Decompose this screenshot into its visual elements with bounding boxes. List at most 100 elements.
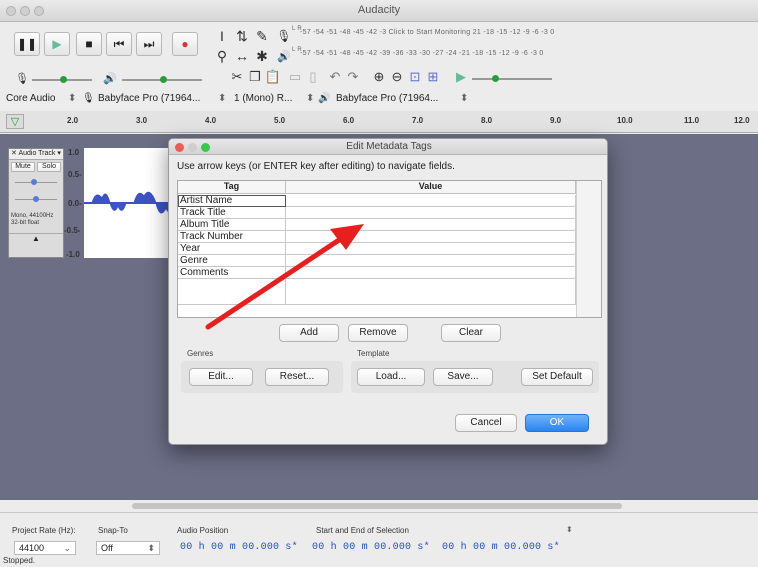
selection-label: Start and End of Selection	[316, 526, 409, 535]
edit-metadata-dialog[interactable]: Edit Metadata Tags Use arrow keys (or EN…	[168, 138, 608, 445]
input-device-select[interactable]: Babyface Pro (71964...	[98, 93, 200, 107]
recording-meter[interactable]: -57 -54 -51 -48 -45 -42 -3 Click to Star…	[300, 29, 555, 41]
tag-cell[interactable]: Artist Name	[178, 195, 286, 207]
zoom-out-icon[interactable]: ⊖	[388, 68, 406, 86]
value-cell[interactable]	[286, 195, 576, 207]
table-row[interactable]: Year	[178, 243, 576, 255]
value-cell[interactable]	[286, 219, 576, 231]
track-info: Mono, 44100Hz 32-bit float	[11, 213, 54, 226]
template-label: Template	[357, 349, 390, 358]
table-scrollbar[interactable]	[576, 181, 601, 317]
value-cell[interactable]	[286, 255, 576, 267]
selection-tool-icon[interactable]: I	[212, 26, 232, 46]
tag-cell[interactable]: Comments	[178, 267, 286, 279]
table-row[interactable]: Comments	[178, 267, 576, 279]
scrollbar-thumb[interactable]	[132, 503, 622, 509]
paste-icon[interactable]: 📋	[264, 68, 282, 86]
solo-button[interactable]: Solo	[37, 162, 61, 172]
tag-cell[interactable]: Genre	[178, 255, 286, 267]
channels-select[interactable]: 1 (Mono) R...	[234, 93, 292, 107]
set-default-button[interactable]: Set Default	[521, 368, 593, 386]
fit-project-icon[interactable]: ⊞	[424, 68, 442, 86]
value-cell[interactable]	[286, 207, 576, 219]
tag-cell[interactable]: Track Number	[178, 231, 286, 243]
output-chevron-icon: ⬍	[460, 93, 469, 104]
fit-selection-icon[interactable]: ⊡	[406, 68, 424, 86]
selection-end-time[interactable]: 00 h 00 m 00.000 s*	[442, 542, 560, 553]
metadata-table[interactable]: Tag Value Artist Name Track Title Album …	[177, 180, 602, 318]
cut-icon[interactable]: ✂	[228, 68, 246, 86]
draw-tool-icon[interactable]: ✎	[252, 26, 272, 46]
amplitude-label: 1.0	[68, 148, 80, 157]
trim-icon[interactable]: ▭	[286, 68, 304, 86]
speaker-icon[interactable]: 🔊	[274, 46, 294, 66]
reset-genres-button[interactable]: Reset...	[265, 368, 329, 386]
silence-icon[interactable]: ▯	[304, 68, 322, 86]
redo-icon[interactable]: ↷	[344, 68, 362, 86]
tag-cell[interactable]: Album Title	[178, 219, 286, 231]
ok-button[interactable]: OK	[525, 414, 589, 432]
table-row[interactable]: Genre	[178, 255, 576, 267]
clear-button[interactable]: Clear	[441, 324, 501, 342]
edit-genres-button[interactable]: Edit...	[189, 368, 253, 386]
cancel-button[interactable]: Cancel	[455, 414, 517, 432]
horizontal-scrollbar[interactable]	[0, 500, 758, 512]
track-close-icon[interactable]: ✕	[11, 150, 17, 157]
audio-host-select[interactable]: Core Audio	[6, 93, 55, 107]
microphone-icon[interactable]: 🎙	[274, 26, 294, 46]
snap-to-select[interactable]: Off ⬍	[96, 541, 160, 555]
table-row[interactable]: Album Title	[178, 219, 576, 231]
timeline-options-icon[interactable]: ▽	[6, 114, 24, 129]
play-button[interactable]: ▶	[44, 32, 70, 56]
selection-start-time[interactable]: 00 h 00 m 00.000 s*	[312, 542, 430, 553]
track-control-panel[interactable]: ✕ Audio Track ▾ Mute Solo Mono, 44100Hz …	[8, 148, 64, 258]
snap-to-label: Snap-To	[98, 526, 128, 535]
mic-volume-icon: 🎙	[15, 72, 29, 85]
track-gain-slider[interactable]	[15, 179, 57, 185]
table-row[interactable]	[178, 279, 576, 305]
table-row[interactable]: Track Title	[178, 207, 576, 219]
remove-button[interactable]: Remove	[348, 324, 408, 342]
tag-cell[interactable]: Track Title	[178, 207, 286, 219]
audio-position-time[interactable]: 00 h 00 m 00.000 s*	[180, 542, 298, 553]
playback-meter[interactable]: -57 -54 -51 -48 -45 -42 -39 -36 -33 -30 …	[300, 50, 544, 62]
collapse-track-icon[interactable]: ▲	[9, 233, 63, 243]
output-device-select[interactable]: Babyface Pro (71964...	[336, 93, 438, 107]
skip-end-button[interactable]: ⏭	[136, 32, 162, 56]
envelope-tool-icon[interactable]: ⇅	[232, 26, 252, 46]
waveform-display[interactable]	[84, 148, 178, 258]
input-mic-icon: 🎙	[82, 93, 95, 104]
selection-mode-chevron-icon[interactable]: ⬍	[566, 525, 573, 534]
table-row[interactable]: Artist Name	[178, 195, 576, 207]
track-pan-slider[interactable]	[15, 196, 57, 202]
table-row[interactable]: Track Number	[178, 231, 576, 243]
value-cell[interactable]	[286, 243, 576, 255]
zoom-tool-icon[interactable]: ⚲	[212, 46, 232, 66]
timeline-ruler[interactable]: ▽ 2.0 3.0 4.0 5.0 6.0 7.0 8.0 9.0 10.0 1…	[0, 111, 758, 133]
save-template-button[interactable]: Save...	[433, 368, 493, 386]
skip-start-icon: ⏮	[113, 36, 125, 51]
zoom-in-icon[interactable]: ⊕	[370, 68, 388, 86]
record-button[interactable]: ●	[172, 32, 198, 56]
tag-cell[interactable]	[178, 279, 286, 305]
value-cell[interactable]	[286, 267, 576, 279]
copy-icon[interactable]: ❐	[246, 68, 264, 86]
undo-icon[interactable]: ↶	[326, 68, 344, 86]
pause-button[interactable]: ❚❚	[14, 32, 40, 56]
load-template-button[interactable]: Load...	[357, 368, 425, 386]
value-cell[interactable]	[286, 279, 576, 305]
play-at-speed-icon[interactable]: ▶	[452, 68, 470, 86]
project-rate-select[interactable]: 44100 ⌄	[14, 541, 76, 555]
stop-button[interactable]: ■	[76, 32, 102, 56]
track-name-menu[interactable]: Audio Track	[18, 150, 55, 157]
multi-tool-icon[interactable]: ✱	[252, 46, 272, 66]
timeshift-tool-icon[interactable]: ↔	[232, 46, 252, 66]
play-at-speed-slider[interactable]	[472, 75, 552, 82]
mute-button[interactable]: Mute	[11, 162, 35, 172]
recording-volume-slider[interactable]	[32, 76, 92, 83]
value-cell[interactable]	[286, 231, 576, 243]
skip-start-button[interactable]: ⏮	[106, 32, 132, 56]
playback-volume-slider[interactable]	[122, 76, 202, 83]
add-button[interactable]: Add	[279, 324, 339, 342]
tag-cell[interactable]: Year	[178, 243, 286, 255]
